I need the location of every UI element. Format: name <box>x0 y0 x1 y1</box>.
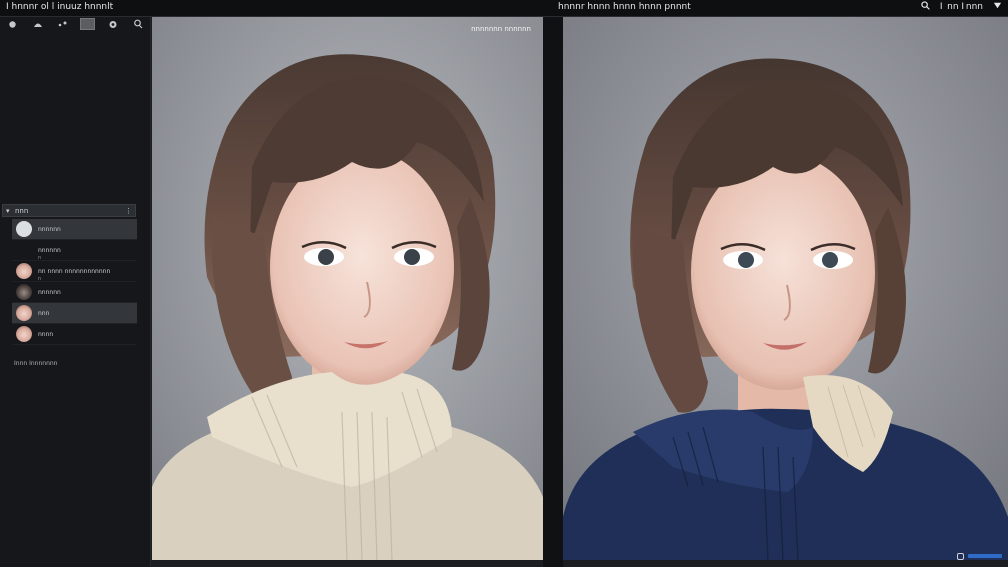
brush-tool-icon[interactable] <box>25 17 50 31</box>
layer-thumbnail <box>16 305 32 321</box>
left-window-title: I hnnnr ol l inuuz hnnnlt <box>6 2 114 12</box>
layer-item[interactable]: nnnnnn <box>12 219 137 240</box>
layer-label: nnnn <box>38 330 54 338</box>
top-menu-bar: I hnnnr ol l inuuz hnnnlt hnnnr hnnn hnn… <box>0 0 1008 17</box>
layer-item[interactable]: nnn <box>12 303 137 324</box>
right-canvas[interactable] <box>563 17 1008 560</box>
layer-label: nnnnnn <box>38 225 61 233</box>
layer-thumbnail <box>16 263 32 279</box>
lasso-tool-icon[interactable] <box>125 17 150 31</box>
layer-item[interactable]: nnnnnn <box>12 282 137 303</box>
portrait-image-left <box>152 17 543 560</box>
layer-label: nnnnnn <box>38 288 61 296</box>
shield-icon[interactable] <box>957 552 964 560</box>
square-tool-icon[interactable] <box>75 17 100 31</box>
layer-thumbnail <box>16 284 32 300</box>
expand-icon[interactable]: ▾ <box>6 205 10 218</box>
chevron-down-icon[interactable] <box>993 1 1002 13</box>
menu-icon[interactable]: ⋮ <box>125 205 132 218</box>
topbar-status-text: I nn I nnn <box>939 2 983 12</box>
tool-strip <box>0 17 150 31</box>
layers-title: nnn <box>15 207 29 215</box>
layer-item[interactable]: nn nnnn nnnnnnnnnnnn n <box>12 261 137 282</box>
layer-list: nnnnnn nnnnnn n nn nnnn nnnnnnnnnnnn n n… <box>12 219 137 345</box>
left-sidebar: ▾ nnn ⋮ nnnnnn nnnnnn n nn nnnn nnnnnnnn… <box>0 17 151 567</box>
layer-label: nn nnnn nnnnnnnnnnnn <box>38 267 111 275</box>
canvas-status <box>948 552 1008 560</box>
canvas-label: nnnnnnn nnnnnn <box>471 25 531 33</box>
layer-thumbnail <box>16 221 32 237</box>
circle-tool-icon[interactable] <box>0 17 25 31</box>
layer-label: nnn <box>38 309 50 317</box>
progress-bar <box>968 554 1002 558</box>
dots-tool-icon[interactable] <box>50 17 75 31</box>
left-canvas[interactable]: nnnnnnn nnnnnn <box>152 17 543 560</box>
layer-label: nnnnnn <box>38 246 61 254</box>
layer-thumbnail <box>16 326 32 342</box>
sidebar-footer-text: Innn Innnnnnn <box>14 360 58 367</box>
portrait-image-right <box>563 17 1008 560</box>
right-window-title: hnnnr hnnn hnnn hnnn pnnnt <box>558 2 691 12</box>
panel-divider[interactable] <box>543 17 563 567</box>
camera-tool-icon[interactable] <box>100 17 125 31</box>
topbar-tools: I nn I nnn <box>921 1 1002 13</box>
layer-item[interactable]: nnnn <box>12 324 137 345</box>
layers-panel-header[interactable]: ▾ nnn ⋮ <box>2 204 136 217</box>
search-icon[interactable] <box>921 1 930 13</box>
layer-item[interactable]: nnnnnn n <box>12 240 137 261</box>
